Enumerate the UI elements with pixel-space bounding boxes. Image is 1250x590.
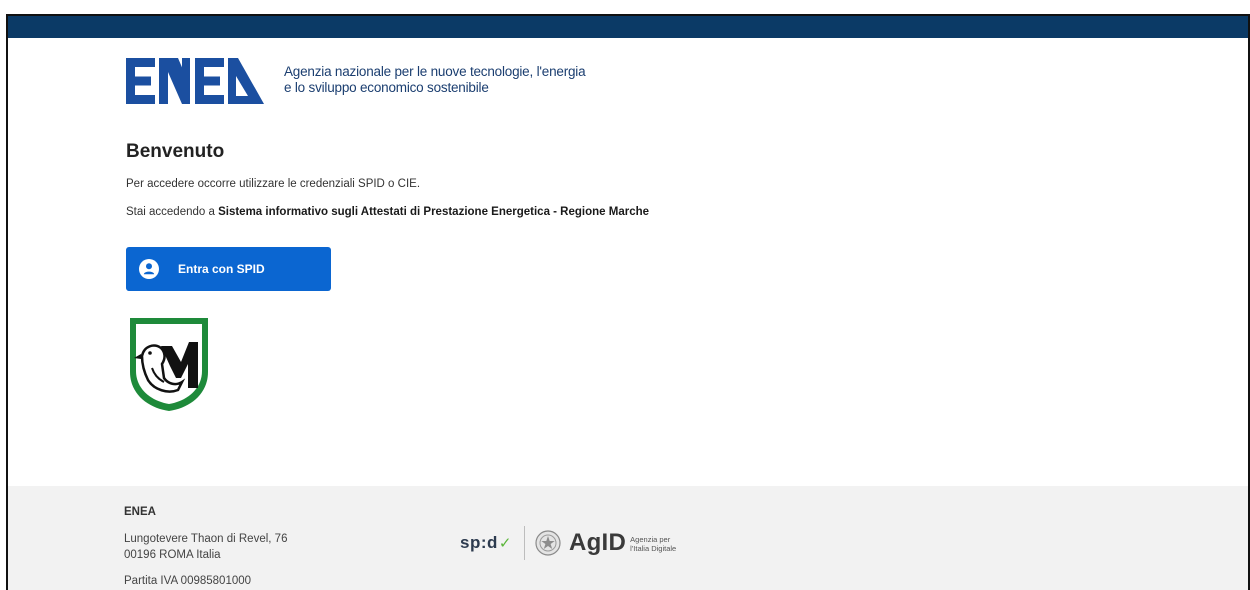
footer-address: Lungotevere Thaon di Revel, 76 00196 ROM… — [124, 531, 287, 563]
tagline: Agenzia nazionale per le nuove tecnologi… — [284, 64, 586, 96]
tagline-line1: Agenzia nazionale per le nuove tecnologi… — [284, 64, 586, 79]
login-instructions: Per accedere occorre utilizzare le crede… — [126, 178, 421, 190]
accessing-target: Sistema informativo sugli Attestati di P… — [218, 206, 650, 218]
header: Agenzia nazionale per le nuove tecnologi… — [126, 58, 586, 104]
footer-address-line2: 00196 ROMA Italia — [124, 549, 221, 561]
agid-subtitle: Agenzia per l'Italia Digitale — [630, 535, 676, 553]
agid-subtitle-line2: l'Italia Digitale — [630, 544, 677, 553]
page-frame: Agenzia nazionale per le nuove tecnologi… — [6, 14, 1250, 590]
agid-subtitle-line1: Agenzia per — [630, 535, 671, 544]
spid-login-button[interactable]: Entra con SPID — [126, 247, 331, 291]
repubblica-emblem-icon — [535, 530, 561, 556]
top-bar — [8, 16, 1248, 38]
footer: ENEA Lungotevere Thaon di Revel, 76 0019… — [8, 486, 1248, 590]
accessing-prefix: Stai accedendo a — [126, 206, 215, 218]
spid-logo-text: sp:d — [460, 533, 498, 552]
footer-address-line1: Lungotevere Thaon di Revel, 76 — [124, 533, 288, 545]
footer-vat: Partita IVA 00985801000 — [124, 575, 252, 587]
regione-marche-logo — [130, 318, 208, 411]
spid-check-icon: ✓ — [498, 535, 512, 552]
accessing-service-text: Stai accedendo a Sistema informativo sug… — [126, 206, 649, 218]
tagline-line2: e lo sviluppo economico sostenibile — [284, 80, 489, 95]
spid-logo[interactable]: sp:d ✓ — [460, 533, 512, 553]
enea-logo[interactable] — [126, 58, 264, 104]
user-icon — [139, 259, 159, 279]
spid-button-label: Entra con SPID — [178, 262, 265, 276]
page-title: Benvenuto — [126, 141, 225, 162]
footer-org-name: ENEA — [124, 506, 156, 518]
footer-partner-logos: sp:d ✓ AgID Agenzia per l'Italia Digital… — [460, 526, 676, 560]
agid-logo[interactable]: AgID — [569, 529, 626, 557]
logo-divider — [523, 526, 525, 560]
